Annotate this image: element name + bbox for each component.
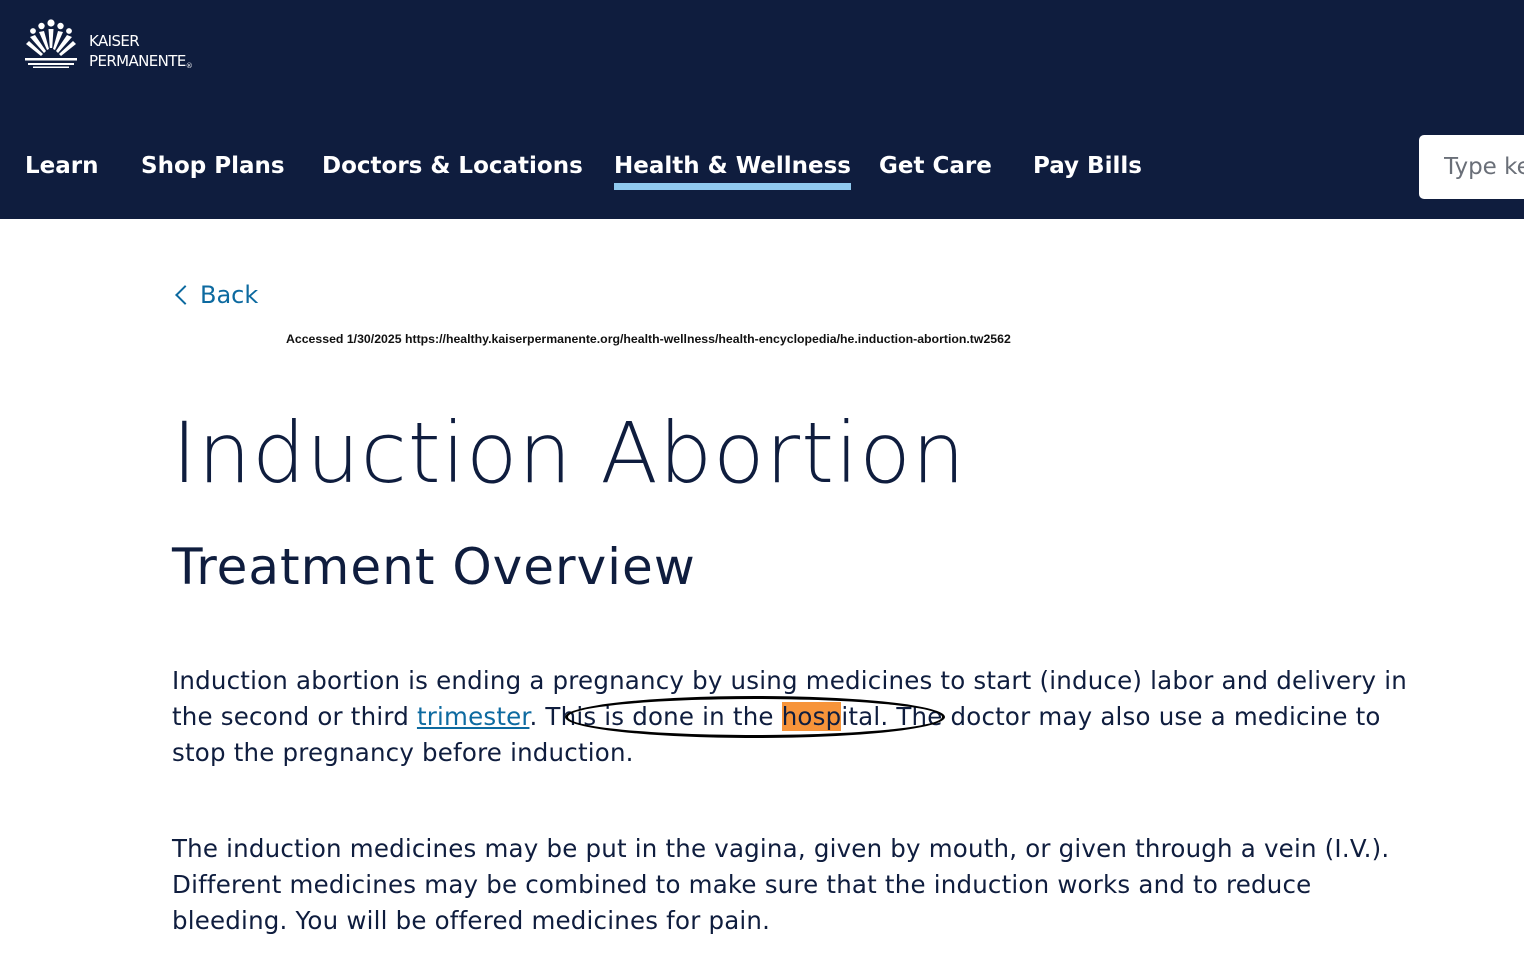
overview-paragraph-1: Induction abortion is ending a pregnancy… — [172, 663, 1512, 771]
brand-name-line2-text: PERMANENTE — [89, 52, 186, 70]
circled-sentence-prefix: This is done in the — [537, 702, 782, 731]
section-title: Treatment Overview — [172, 538, 696, 596]
paragraph-2-line-3: bleeding. You will be offered medicines … — [172, 906, 771, 935]
brand-name-line1: KAISER — [89, 32, 140, 50]
paragraph-1-line-2-prefix: the second or third — [172, 702, 417, 731]
paragraph-2-line-2: Different medicines may be combined to m… — [172, 870, 1312, 899]
paragraph-1-line-2: the second or third trimester. This is d… — [172, 699, 1512, 735]
back-link[interactable]: Back — [170, 278, 258, 312]
highlighted-text: hosp — [781, 702, 842, 731]
nav-item-shop-plans[interactable]: Shop Plans — [141, 150, 285, 182]
kaiser-sunburst-logo-icon — [25, 19, 77, 68]
nav-item-learn[interactable]: Learn — [25, 150, 99, 182]
accessed-note: Accessed 1/30/2025 https://healthy.kaise… — [286, 332, 1011, 346]
nav-item-health-wellness[interactable]: Health & Wellness — [614, 150, 851, 190]
brand-name-line2: PERMANENTE® — [89, 51, 193, 76]
back-label: Back — [200, 281, 259, 309]
paragraph-1-line-2-rest: The doctor may also use a medicine to — [888, 702, 1381, 731]
site-header: KAISER PERMANENTE® Learn Shop Plans Doct… — [0, 0, 1524, 219]
kaiser-permanente-logo[interactable]: KAISER PERMANENTE® — [24, 18, 224, 74]
trimester-link[interactable]: trimester — [417, 702, 530, 731]
registered-mark: ® — [185, 62, 193, 70]
nav-item-doctors-locations[interactable]: Doctors & Locations — [322, 150, 583, 182]
circled-sentence-suffix: ital. — [841, 702, 889, 731]
search-input[interactable] — [1419, 135, 1524, 199]
main-nav: Learn Shop Plans Doctors & Locations Hea… — [0, 150, 1200, 190]
chevron-left-icon — [175, 285, 195, 305]
nav-item-pay-bills[interactable]: Pay Bills — [1033, 150, 1142, 182]
paragraph-2-line-1: The induction medicines may be put in th… — [172, 834, 1390, 863]
page-title: Induction Abortion — [172, 404, 966, 502]
nav-item-get-care[interactable]: Get Care — [879, 150, 992, 182]
brand-name: KAISER PERMANENTE® — [89, 31, 193, 76]
overview-paragraph-2: The induction medicines may be put in th… — [172, 831, 1512, 939]
paragraph-1-line-1: Induction abortion is ending a pregnancy… — [172, 666, 1407, 695]
paragraph-1-line-3: stop the pregnancy before induction. — [172, 738, 634, 767]
